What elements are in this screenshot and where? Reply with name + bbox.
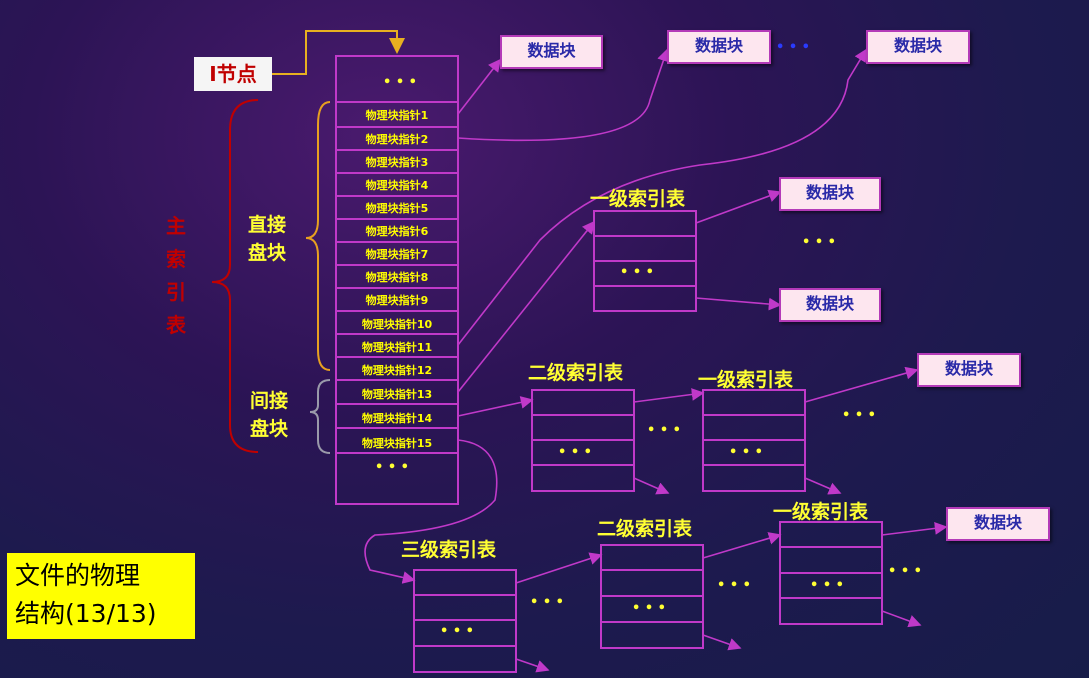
level1-index-title-top: 一级索引表: [590, 188, 686, 210]
level1-index-table-mid: [702, 389, 806, 492]
pointer-4: 物理块指针4: [365, 179, 429, 192]
direct-label-line2: 盘块: [248, 242, 287, 264]
pointer-1: 物理块指针1: [365, 109, 429, 122]
level2-index-table-mid: [531, 389, 635, 492]
level1-table-mid-ellipsis: • • •: [729, 445, 763, 460]
pointer-10: 物理块指针10: [361, 318, 433, 331]
pointer-11: 物理块指针11: [361, 341, 433, 354]
pointer-7: 物理块指针7: [365, 248, 429, 261]
single-indirect-ellipsis: • • •: [802, 235, 836, 250]
right-of-mid-ellipsis: • • •: [842, 408, 876, 423]
pointer-5: 物理块指针5: [365, 202, 429, 215]
direct-brace: [305, 101, 331, 371]
level3-index-table: [413, 569, 517, 673]
level2-table-bottom-ellipsis: • • •: [632, 601, 666, 616]
caption-line-1: 文件的物理: [15, 561, 141, 590]
level3-table-ellipsis: • • •: [440, 624, 474, 639]
between-bottom-tables-ellipsis-2: • • •: [717, 578, 751, 593]
level1-index-title-bottom: 一级索引表: [773, 501, 869, 523]
level1-table-bottom-ellipsis: • • •: [810, 578, 844, 593]
data-block-triple: 数据块: [946, 507, 1050, 541]
data-block-single-2: 数据块: [779, 288, 881, 322]
slide-caption: 文件的物理 结构(13/13): [7, 553, 195, 639]
pointer-8: 物理块指针8: [365, 271, 429, 284]
level1-index-title-mid: 一级索引表: [698, 369, 794, 391]
data-block-direct-1: 数据块: [500, 35, 603, 69]
level2-index-title-mid: 二级索引表: [528, 362, 624, 384]
inode-arrow: [272, 30, 405, 75]
level1-table-top-ellipsis: • • •: [620, 265, 654, 280]
level1-index-table-top: [593, 210, 697, 312]
right-of-bottom-ellipsis: • • •: [888, 564, 922, 579]
level2-index-title-bottom: 二级索引表: [597, 518, 693, 540]
direct-label-line1: 直接: [248, 214, 287, 236]
data-block-direct-2: 数据块: [667, 30, 771, 64]
indirect-label-line2: 盘块: [250, 418, 289, 440]
pointer-3: 物理块指针3: [365, 156, 429, 169]
level2-index-table-bottom: [600, 544, 704, 649]
main-table-top-ellipsis: • • •: [383, 75, 417, 90]
level1-index-table-bottom: [779, 521, 883, 625]
main-index-char-4: 表: [166, 313, 186, 337]
pointer-14: 物理块指针14: [361, 412, 433, 425]
pointer-2: 物理块指针2: [365, 133, 429, 146]
main-index-char-3: 引: [166, 280, 186, 304]
pointer-13: 物理块指针13: [361, 388, 433, 401]
main-table-bottom-ellipsis: • • •: [375, 460, 409, 475]
level2-table-mid-ellipsis: • • •: [558, 445, 592, 460]
indirect-brace: [309, 379, 331, 454]
indirect-label-line1: 间接: [250, 390, 289, 412]
data-block-direct-3: 数据块: [866, 30, 970, 64]
inode-box: I节点: [194, 57, 272, 91]
pointer-9: 物理块指针9: [365, 294, 429, 307]
pointer-15: 物理块指针15: [361, 437, 433, 450]
data-block-double: 数据块: [917, 353, 1021, 387]
data-block-top-ellipsis: • • •: [776, 40, 810, 55]
data-block-single-1: 数据块: [779, 177, 881, 211]
main-index-char-1: 主: [166, 214, 186, 238]
pointer-6: 物理块指针6: [365, 225, 429, 238]
pointer-12: 物理块指针12: [361, 364, 433, 377]
between-bottom-tables-ellipsis-1: • • •: [530, 595, 564, 610]
between-mid-tables-ellipsis: • • •: [647, 423, 681, 438]
level3-index-title: 三级索引表: [401, 539, 497, 561]
caption-line-2: 结构(13/13): [15, 599, 157, 628]
main-index-char-2: 索: [166, 247, 186, 271]
